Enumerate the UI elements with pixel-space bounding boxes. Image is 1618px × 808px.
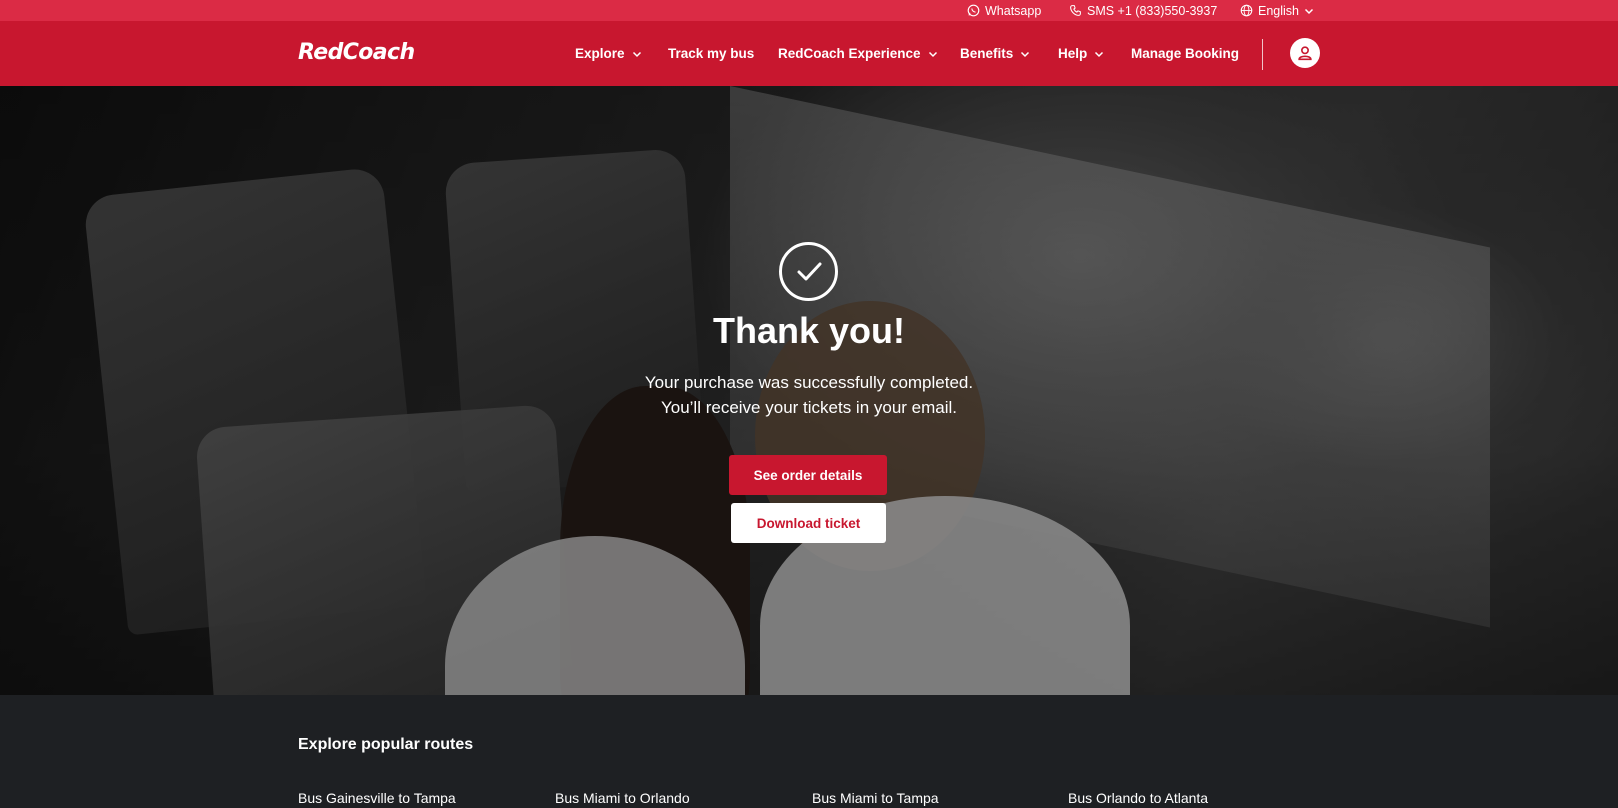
nav-manage-booking[interactable]: Manage Booking [1131, 21, 1239, 86]
tickets-email-text: You’ll receive your tickets in your emai… [660, 398, 958, 417]
nav-help-label: Help [1058, 46, 1088, 61]
language-selector[interactable]: English [1240, 0, 1314, 21]
thank-you-title: Thank you! [712, 310, 905, 351]
nav-track-my-bus[interactable]: Track my bus [668, 21, 754, 86]
route-link[interactable]: Bus Orlando to Atlanta [1068, 790, 1208, 806]
language-label: English [1258, 3, 1299, 18]
sms-link[interactable]: SMS +1 (833)550-3937 [1069, 0, 1217, 21]
nav-help[interactable]: Help [1058, 21, 1104, 86]
popular-routes-heading: Explore popular routes [298, 736, 474, 753]
see-order-details-button[interactable]: See order details [729, 455, 887, 495]
nav-explore-label: Explore [575, 46, 625, 61]
route-link[interactable]: Bus Miami to Orlando [555, 790, 690, 806]
whatsapp-link[interactable]: Whatsapp [967, 0, 1041, 21]
nav-explore[interactable]: Explore [575, 21, 642, 86]
phone-icon [1070, 5, 1081, 16]
nav-benefits-label: Benefits [960, 46, 1014, 61]
checkmark-circle-icon [779, 242, 838, 301]
nav-experience-label: RedCoach Experience [778, 46, 921, 61]
nav-divider [1262, 39, 1263, 70]
main-navbar: RedCoach Explore Track my bus RedCoach E… [0, 21, 1618, 86]
download-ticket-button[interactable]: Download ticket [731, 503, 886, 543]
user-icon [1298, 46, 1312, 61]
nav-redcoach-experience[interactable]: RedCoach Experience [778, 21, 938, 86]
chevron-down-icon [1095, 51, 1104, 57]
whatsapp-label: Whatsapp [985, 3, 1042, 18]
chevron-down-icon [1304, 8, 1314, 14]
footer: Explore popular routes Bus Gainesville t… [0, 695, 1618, 808]
whatsapp-icon [967, 4, 980, 17]
route-link[interactable]: Bus Gainesville to Tampa [298, 790, 456, 806]
top-utility-bar: Whatsapp SMS +1 (833)550-3937 English [0, 0, 1618, 21]
purchase-complete-text: Your purchase was successfully completed… [644, 373, 974, 392]
nav-track-label: Track my bus [668, 46, 755, 61]
sms-label: SMS +1 (833)550-3937 [1087, 3, 1218, 18]
redcoach-logo[interactable]: RedCoach [298, 40, 415, 65]
route-link[interactable]: Bus Miami to Tampa [812, 790, 939, 806]
chevron-down-icon [1021, 51, 1030, 57]
chevron-down-icon [928, 51, 937, 57]
hero-section: Thank you! Your purchase was successfull… [0, 86, 1618, 695]
chevron-down-icon [632, 51, 641, 57]
globe-icon [1240, 4, 1253, 17]
nav-benefits[interactable]: Benefits [960, 21, 1030, 86]
profile-button[interactable] [1290, 38, 1320, 68]
nav-manage-label: Manage Booking [1131, 46, 1240, 61]
